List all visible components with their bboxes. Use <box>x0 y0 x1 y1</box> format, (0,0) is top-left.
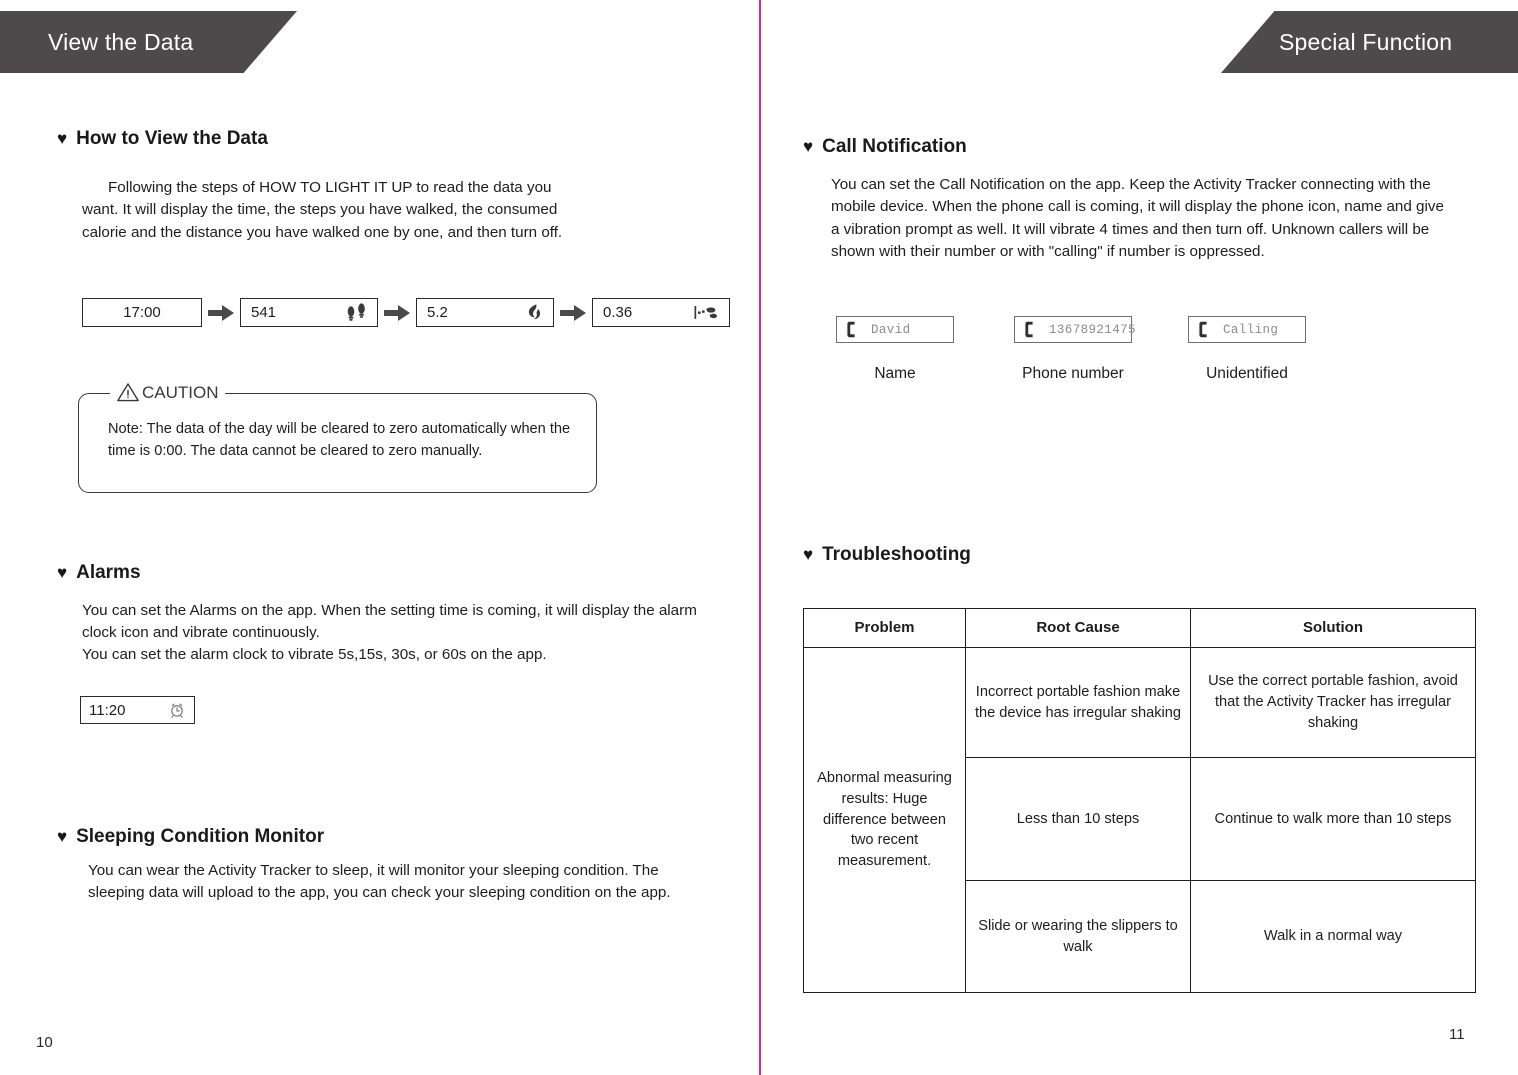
section-troubleshooting: ♥ Troubleshooting <box>803 544 971 566</box>
cell-solution-3: Walk in a normal way <box>1190 880 1476 993</box>
alarms-paragraph-1: You can set the Alarms on the app. When … <box>82 602 697 642</box>
alarm-clock-icon <box>169 702 185 718</box>
cell-solution-2: Continue to walk more than 10 steps <box>1190 757 1476 881</box>
heart-bullet-icon: ♥ <box>57 826 68 846</box>
flow-arrow-icon-1 <box>202 304 240 321</box>
call-sample-unidentified: Calling Unidentified <box>1188 316 1306 383</box>
caution-label: CAUTION <box>142 382 219 402</box>
section-alarms: ♥ Alarms <box>57 562 141 584</box>
data-box-distance: 0.36 <box>592 298 730 327</box>
flow-arrow-icon-2 <box>378 304 416 321</box>
call-sample-name: David Name <box>836 316 954 383</box>
call-sample-unidentified-box: Calling <box>1188 316 1306 343</box>
phone-handset-icon <box>846 321 857 338</box>
footprints-icon <box>345 302 369 323</box>
call-notification-samples: David Name 13678921475 Phone number Call… <box>836 316 1306 383</box>
how-to-view-paragraph: Following the steps of HOW TO LIGHT IT U… <box>82 179 563 241</box>
section-call-notification-title: Call Notification <box>822 136 967 157</box>
flow-arrow-icon-3 <box>554 304 592 321</box>
section-call-notification: ♥ Call Notification <box>803 136 967 158</box>
table-header-row: Problem Root Cause Solution <box>803 608 1476 648</box>
right-page-number: 11 <box>1449 1026 1465 1043</box>
distance-icon <box>693 303 721 323</box>
column-header-problem: Problem <box>803 608 966 648</box>
caution-text: Note: The data of the day will be cleare… <box>108 421 571 459</box>
data-box-steps: 541 <box>240 298 378 327</box>
data-flow-sequence: 17:00 541 5.2 0.36 <box>82 298 730 327</box>
troubleshooting-table: Problem Root Cause Solution Abnormal mea… <box>803 608 1476 993</box>
call-sample-name-text: David <box>871 322 911 337</box>
data-box-calorie-value: 5.2 <box>427 304 448 321</box>
section-sleeping-title: Sleeping Condition Monitor <box>76 826 325 847</box>
alarms-paragraph-2: You can set the alarm clock to vibrate 5… <box>82 646 547 663</box>
left-page-banner: View the Data <box>0 11 297 73</box>
cell-root-cause-2: Less than 10 steps <box>965 757 1191 881</box>
table-row: Abnormal measuring results: Huge differe… <box>803 647 1476 993</box>
section-sleeping-condition-monitor: ♥ Sleeping Condition Monitor <box>57 826 324 848</box>
right-page-banner-title: Special Function <box>1279 28 1453 55</box>
call-sample-unidentified-caption: Unidentified <box>1206 365 1288 382</box>
section-how-to-view-the-data: ♥ How to View the Data <box>57 128 268 150</box>
flame-icon <box>525 303 545 323</box>
column-header-solution: Solution <box>1190 608 1476 648</box>
call-sample-unidentified-text: Calling <box>1223 322 1279 337</box>
caution-note: CAUTION Note: The data of the day will b… <box>78 382 597 493</box>
call-sample-number-caption: Phone number <box>1022 365 1124 382</box>
heart-bullet-icon: ♥ <box>57 562 68 582</box>
left-page-banner-title: View the Data <box>48 28 194 55</box>
heart-bullet-icon: ♥ <box>803 544 814 564</box>
caution-legend: CAUTION <box>110 382 225 402</box>
heart-bullet-icon: ♥ <box>803 136 814 156</box>
data-box-time: 17:00 <box>82 298 202 327</box>
data-box-calorie: 5.2 <box>416 298 554 327</box>
column-header-root-cause: Root Cause <box>965 608 1191 648</box>
alarm-display-value: 11:20 <box>89 701 126 719</box>
call-sample-name-caption: Name <box>874 365 916 382</box>
manual-spread: View the Data Special Function ♥ How to … <box>0 0 1518 1075</box>
sleeping-paragraph: You can wear the Activity Tracker to sle… <box>88 862 671 902</box>
section-troubleshooting-title: Troubleshooting <box>822 544 971 565</box>
cell-solution-1: Use the correct portable fashion, avoid … <box>1190 647 1476 758</box>
cell-problem: Abnormal measuring results: Huge differe… <box>803 647 966 993</box>
data-box-time-value: 17:00 <box>123 304 161 321</box>
alarm-display-box: 11:20 <box>80 696 195 724</box>
call-notification-paragraph: You can set the Call Notification on the… <box>831 176 1444 261</box>
section-alarms-title: Alarms <box>76 562 141 583</box>
data-box-distance-value: 0.36 <box>603 304 633 321</box>
heart-bullet-icon: ♥ <box>57 128 68 148</box>
call-sample-name-box: David <box>836 316 954 343</box>
call-sample-number-text: 13678921475 <box>1049 322 1136 337</box>
phone-handset-icon <box>1024 321 1035 338</box>
warning-triangle-icon <box>116 382 140 402</box>
right-page-banner: Special Function <box>1221 11 1518 73</box>
section-how-to-view-title: How to View the Data <box>76 128 268 149</box>
phone-handset-icon <box>1198 321 1209 338</box>
call-sample-number: 13678921475 Phone number <box>1014 316 1136 383</box>
cell-root-cause-1: Incorrect portable fashion make the devi… <box>965 647 1191 758</box>
left-page-number: 10 <box>36 1034 53 1051</box>
call-sample-number-box: 13678921475 <box>1014 316 1136 343</box>
data-box-steps-value: 541 <box>251 304 277 321</box>
cell-root-cause-3: Slide or wearing the slippers to walk <box>965 880 1191 993</box>
page-divider <box>759 0 761 1075</box>
